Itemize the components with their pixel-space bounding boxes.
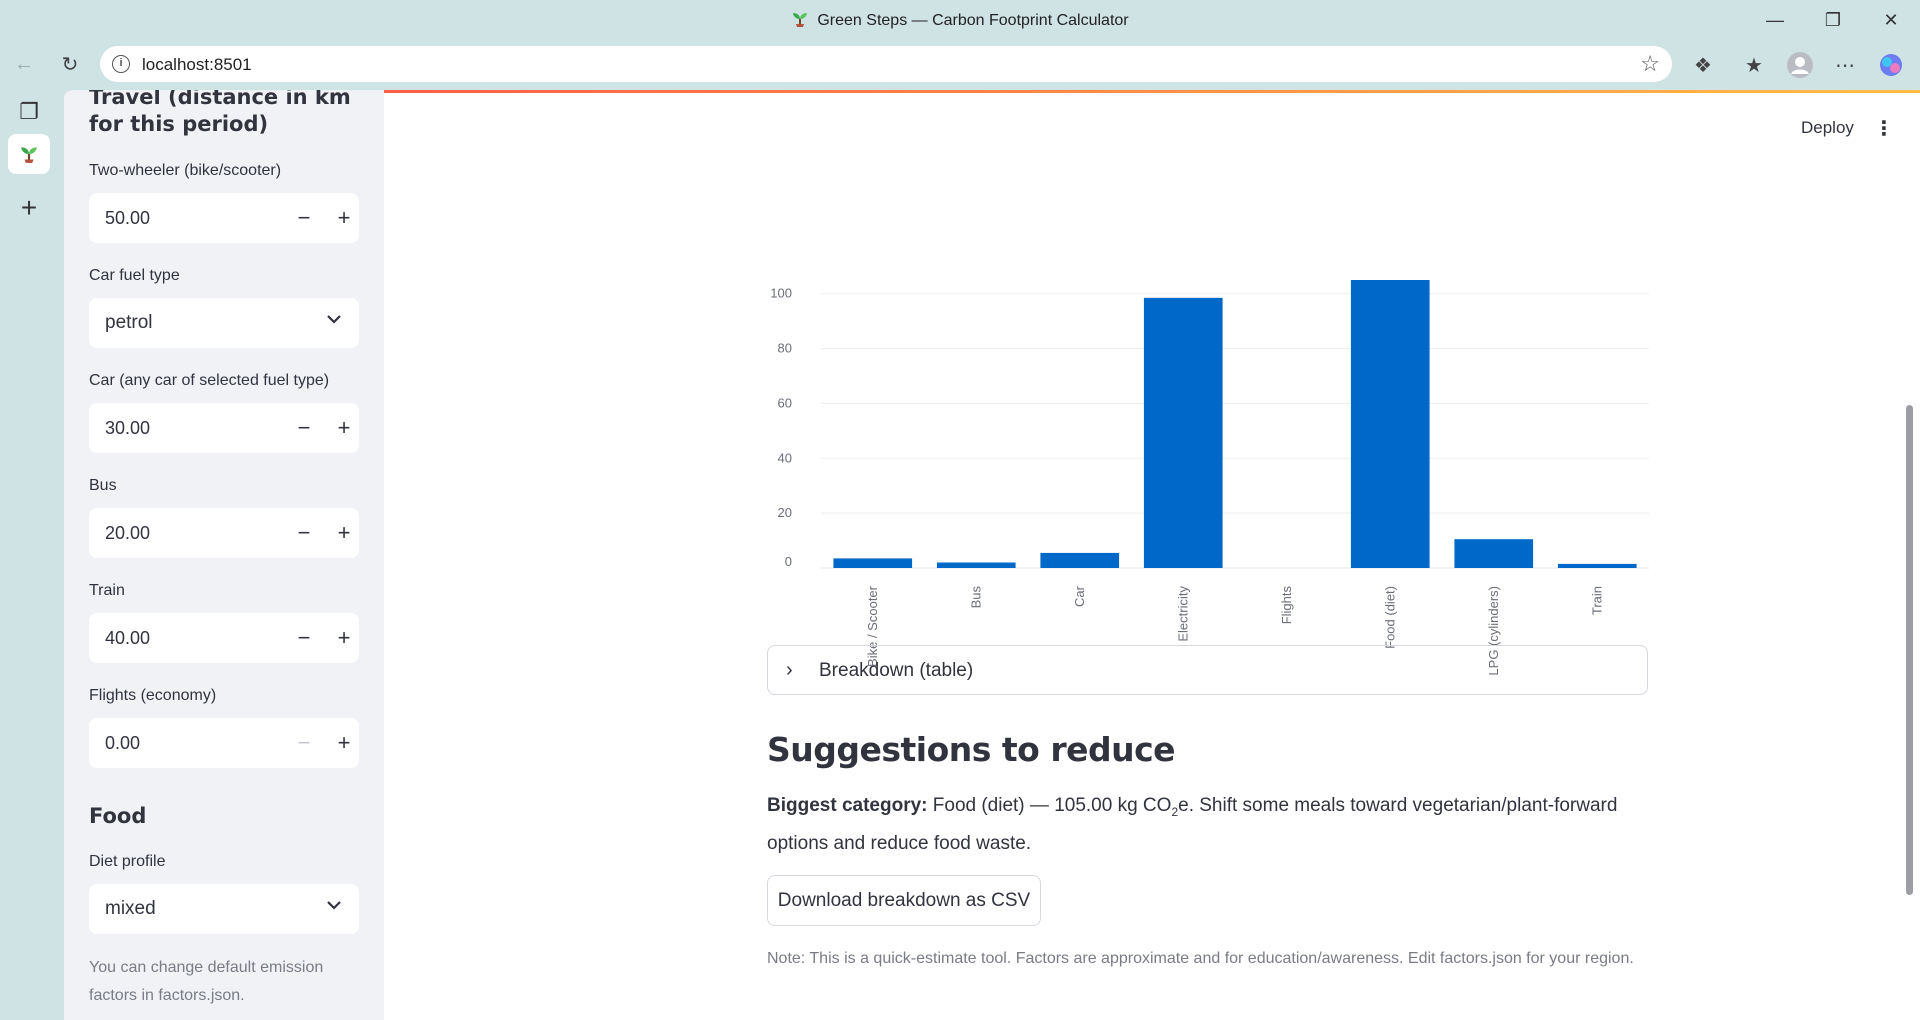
flights-value[interactable]: 0.00 [105,733,140,754]
deploy-button[interactable]: Deploy [1801,118,1854,138]
download-csv-button[interactable]: Download breakdown as CSV [767,875,1041,926]
y-tick-label: 40 [778,450,792,465]
url-text[interactable]: localhost:8501 [142,55,252,75]
chevron-right-icon: › [786,659,793,681]
chevron-down-icon [327,315,341,324]
x-tick-label: Train [1589,586,1604,615]
tab-actions-icon[interactable]: ❐ [8,92,50,132]
suggestions-value: Food (diet) — 105.00 kg CO [932,795,1172,816]
diet-select[interactable]: mixed [89,884,359,934]
flights-label: Flights (economy) [89,687,217,704]
y-tick-label: 0 [785,554,792,569]
bar-train[interactable] [1557,563,1637,568]
seedling-icon [21,147,37,163]
car-fuel-select[interactable]: petrol [89,298,359,348]
car-label: Car (any car of selected fuel type) [89,372,330,389]
bar-electricity[interactable] [1143,297,1223,568]
copilot-icon[interactable] [1874,48,1908,82]
window-title-text: Green Steps — Carbon Footprint Calculato… [817,12,1129,29]
site-info-icon[interactable]: i [112,55,130,73]
bus-label: Bus [89,477,117,494]
restore-button[interactable]: ❐ [1808,0,1858,40]
suggestions-lead: Biggest category: [767,795,928,816]
close-window-button[interactable]: ✕ [1866,0,1916,40]
y-tick-label: 80 [778,341,792,356]
address-bar[interactable]: i localhost:8501 ☆ [100,46,1672,82]
car-increment-button[interactable]: + [329,411,359,445]
reload-button[interactable]: ↻ [54,48,86,80]
bar-food-diet[interactable] [1350,280,1430,568]
car-fuel-value: petrol [105,312,153,333]
sidebar-note: You can change default emission factors … [89,959,324,1004]
new-tab-icon[interactable]: + [8,188,50,228]
flights-increment-button[interactable]: + [329,726,359,760]
car-input[interactable]: 30.00 − + [89,403,359,453]
train-label: Train [89,582,125,599]
bar-car[interactable] [1040,552,1120,568]
train-decrement-button[interactable]: − [289,621,319,655]
back-button[interactable]: ← [8,48,40,80]
suggestions-text: Biggest category: Food (diet) — 105.00 k… [767,790,1648,860]
diet-label: Diet profile [89,853,166,870]
vertical-tab-strip: ❐ + [0,92,60,1020]
car-decrement-button[interactable]: − [289,411,319,445]
x-tick-label: Flights [1279,586,1294,625]
more-menu-icon[interactable]: ⋯ [1828,48,1862,82]
browser-toolbar: ← ↻ i localhost:8501 ☆ ❖ ★ ⋯ [0,44,1920,84]
y-tick-label: 20 [778,505,792,520]
extensions-icon[interactable]: ❖ [1686,48,1720,82]
emissions-bar-chart: 020406080100 Bike / Scooter Bus Car Electri… [770,280,1649,676]
bus-increment-button[interactable]: + [329,516,359,550]
train-increment-button[interactable]: + [329,621,359,655]
train-value[interactable]: 40.00 [105,628,150,649]
bar-lpg-cylinders[interactable] [1454,539,1534,568]
bar-bike-scooter[interactable] [833,558,913,568]
main-menu-icon[interactable]: ⋮ [1874,116,1894,140]
bus-value[interactable]: 20.00 [105,523,150,544]
car-fuel-label: Car fuel type [89,267,180,284]
suggestions-heading: Suggestions to reduce [767,730,1176,769]
bookmark-star-icon[interactable]: ☆ [1640,51,1660,77]
y-tick-label: 60 [778,395,792,410]
tab-green-steps[interactable] [8,134,50,174]
page-scrollbar[interactable] [1906,405,1913,895]
x-tick-label: Food (diet) [1382,586,1397,649]
page-viewport: Travel (distance in km for this period) … [64,90,1920,1020]
two-wheeler-increment-button[interactable]: + [329,201,359,235]
two-wheeler-value[interactable]: 50.00 [105,208,150,229]
bus-input[interactable]: 20.00 − + [89,508,359,558]
bus-decrement-button[interactable]: − [289,516,319,550]
breakdown-label: Breakdown (table) [819,660,974,681]
bar-bus[interactable] [936,562,1016,568]
seedling-icon [793,13,808,27]
flights-decrement-button[interactable]: − [289,726,319,760]
car-value[interactable]: 30.00 [105,418,150,439]
window-titlebar: Green Steps — Carbon Footprint Calculato… [0,0,1920,40]
food-heading: Food [89,804,147,828]
breakdown-expander[interactable]: › Breakdown (table) [767,645,1648,695]
y-tick-label: 100 [770,286,792,301]
window-title: Green Steps — Carbon Footprint Calculato… [0,10,1920,30]
flights-input[interactable]: 0.00 − + [89,718,359,768]
travel-heading: Travel (distance in km for this period) [89,90,351,136]
minimize-button[interactable]: — [1750,0,1800,40]
two-wheeler-input[interactable]: 50.00 − + [89,193,359,243]
x-tick-label: Car [1072,585,1087,607]
chevron-down-icon [327,901,341,910]
profile-avatar-icon[interactable] [1783,48,1817,82]
x-tick-label: Electricity [1175,586,1190,642]
two-wheeler-decrement-button[interactable]: − [289,201,319,235]
two-wheeler-label: Two-wheeler (bike/scooter) [89,162,282,179]
train-input[interactable]: 40.00 − + [89,613,359,663]
x-tick-label: Bus [968,586,983,609]
diet-value: mixed [105,898,156,919]
footnote: Note: This is a quick-estimate tool. Fac… [767,950,1634,967]
sidebar: Travel (distance in km for this period) … [64,90,384,1020]
favorites-icon[interactable]: ★ [1737,48,1771,82]
